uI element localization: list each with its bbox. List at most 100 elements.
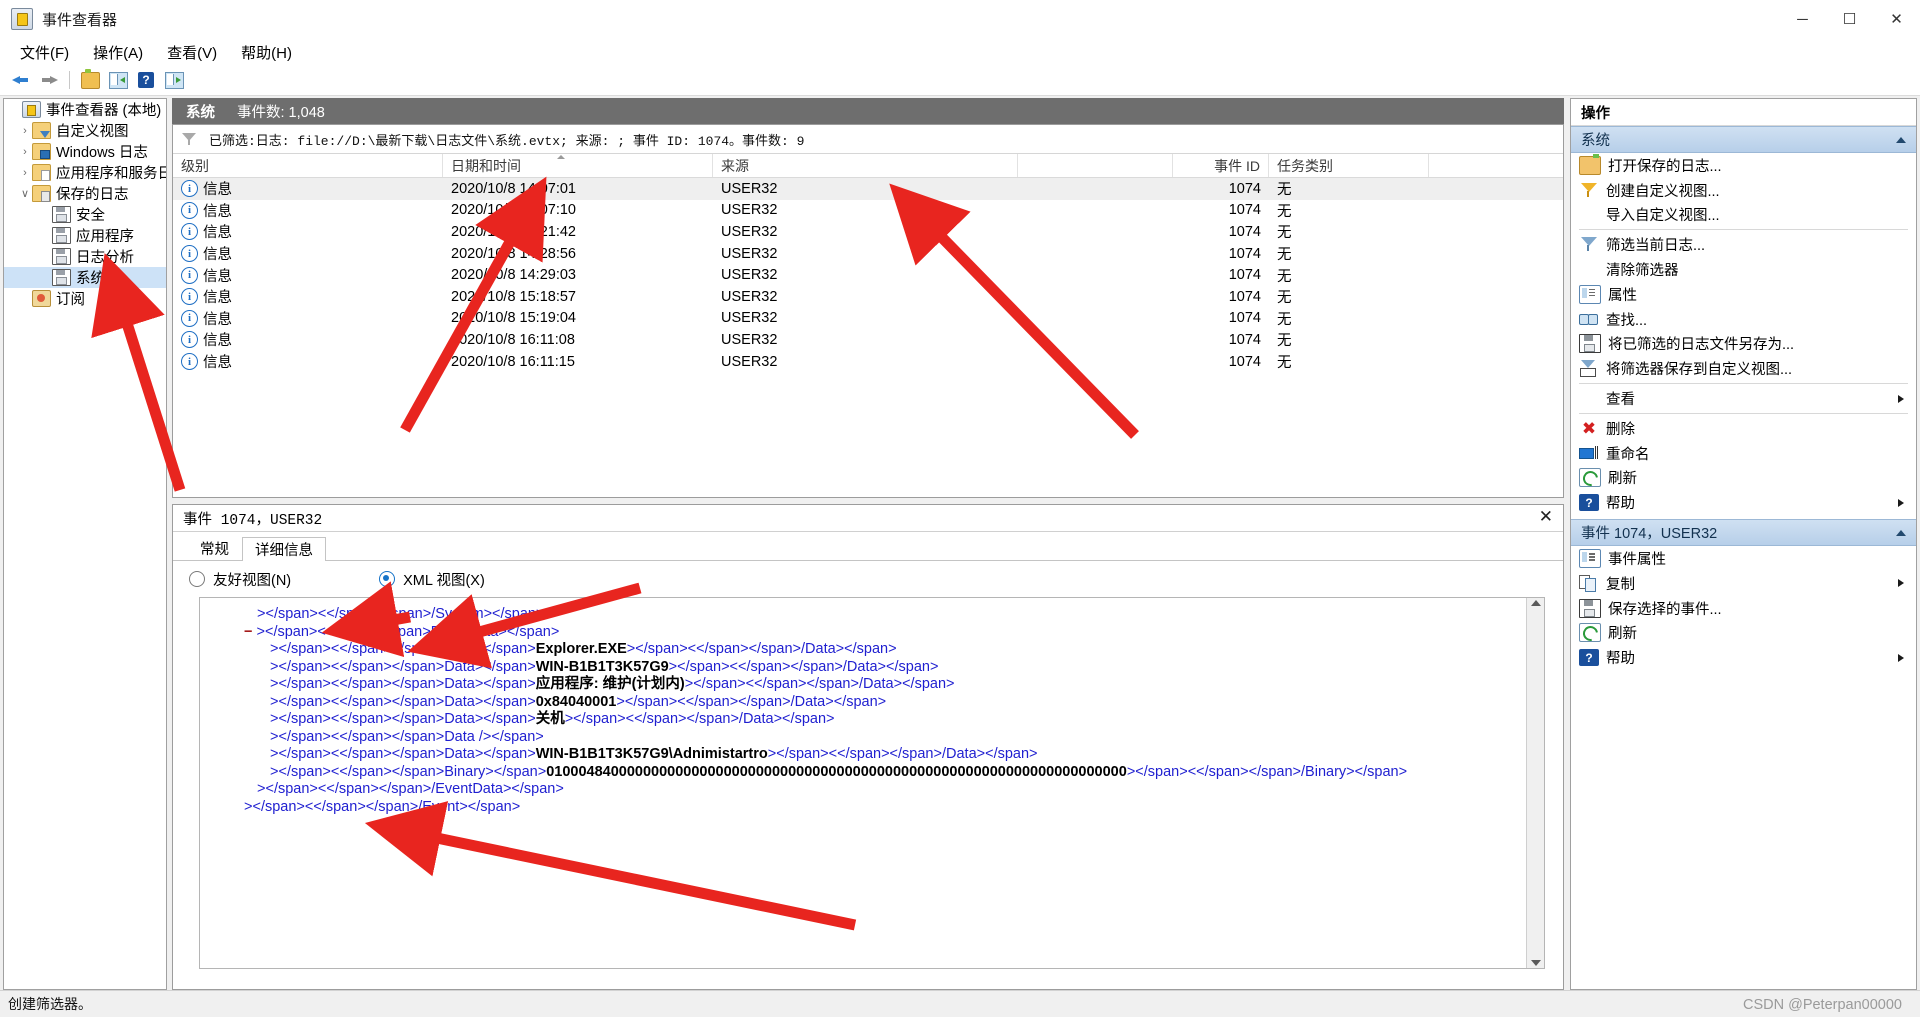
column-header-task-category[interactable]: 任务类别: [1269, 154, 1429, 177]
show-console-tree-button[interactable]: [77, 68, 103, 92]
sidebar-item-security[interactable]: 安全: [4, 204, 166, 225]
column-header-source[interactable]: 来源: [713, 154, 1018, 177]
forward-button[interactable]: [36, 68, 62, 92]
action-clear-filter[interactable]: 清除筛选器: [1571, 257, 1916, 282]
cell-task: 无: [1277, 311, 1292, 328]
action-save-filtered-log-as[interactable]: 将已筛选的日志文件另存为...: [1571, 332, 1916, 357]
menu-file[interactable]: 文件(F): [10, 39, 79, 66]
xml-scrollbar[interactable]: [1526, 598, 1544, 968]
tab-general[interactable]: 常规: [187, 536, 242, 560]
action-label: 将已筛选的日志文件另存为...: [1608, 337, 1795, 354]
help-icon: ?: [1579, 649, 1599, 667]
chevron-down-icon[interactable]: ∨: [18, 187, 32, 200]
detail-title: 事件 1074，USER32: [183, 512, 323, 529]
collapse-minus-icon[interactable]: −: [244, 624, 257, 640]
level-text: 信息: [203, 182, 232, 199]
column-header-blank[interactable]: [1018, 154, 1173, 177]
table-row[interactable]: i 信息 2020/10/8 14:07:10 USER32 1074 无: [173, 200, 1563, 222]
actions-group-header-event[interactable]: 事件 1074，USER32: [1571, 519, 1916, 547]
sidebar-item-windows-logs[interactable]: › Windows 日志: [4, 141, 166, 162]
sidebar-item-subscriptions[interactable]: 订阅: [4, 288, 166, 309]
table-row[interactable]: i 信息 2020/10/8 16:11:08 USER32 1074 无: [173, 329, 1563, 351]
table-row[interactable]: i 信息 2020/10/8 14:29:03 USER32 1074 无: [173, 264, 1563, 286]
menu-action[interactable]: 操作(A): [83, 39, 153, 66]
level-text: 信息: [203, 290, 232, 307]
maximize-button[interactable]: ☐: [1826, 0, 1873, 38]
show-preview-pane-button[interactable]: [161, 68, 187, 92]
disk-icon: [52, 206, 71, 223]
action-refresh[interactable]: 刷新: [1571, 466, 1916, 491]
event-viewer-icon: [22, 101, 41, 118]
sidebar-item-system[interactable]: 系统: [4, 267, 166, 288]
chevron-right-icon[interactable]: ›: [18, 146, 32, 158]
table-row[interactable]: i 信息 2020/10/8 14:07:01 USER32 1074 无: [173, 178, 1563, 200]
radio-xml-view[interactable]: XML 视图(X): [379, 569, 485, 590]
action-import-custom-view[interactable]: 导入自定义视图...: [1571, 203, 1916, 228]
cell-datetime: 2020/10/8 16:11:08: [451, 331, 575, 348]
scroll-down-icon[interactable]: [1530, 960, 1541, 966]
cell-source: USER32: [721, 202, 778, 219]
cell-source: USER32: [721, 331, 778, 348]
caret-up-icon[interactable]: [1896, 136, 1906, 143]
action-view[interactable]: 查看: [1571, 386, 1916, 411]
close-icon[interactable]: ✕: [1539, 508, 1553, 526]
tree-root[interactable]: 事件查看器 (本地): [4, 99, 166, 120]
cell-blank: [1018, 286, 1173, 308]
action-create-custom-view[interactable]: 创建自定义视图...: [1571, 178, 1916, 203]
save-filter-icon: [1579, 360, 1599, 378]
chevron-right-icon[interactable]: ›: [18, 125, 32, 137]
caret-up-icon[interactable]: [1896, 529, 1906, 536]
info-icon: i: [181, 309, 198, 327]
scroll-up-icon[interactable]: [1530, 600, 1541, 606]
action-save-filter-to-custom-view[interactable]: 将筛选器保存到自定义视图...: [1571, 356, 1916, 381]
table-row[interactable]: i 信息 2020/10/8 16:11:15 USER32 1074 无: [173, 351, 1563, 373]
action-save-selected-events[interactable]: 保存选择的事件...: [1571, 596, 1916, 621]
back-button[interactable]: [8, 68, 34, 92]
action-refresh-event[interactable]: 刷新: [1571, 621, 1916, 646]
action-help-event[interactable]: ? 帮助: [1571, 645, 1916, 670]
action-help[interactable]: ? 帮助: [1571, 490, 1916, 515]
arrow-right-icon: [40, 74, 58, 87]
sidebar-item-label: 应用程序和服务日志: [56, 166, 166, 182]
action-find[interactable]: 查找...: [1571, 307, 1916, 332]
cell-task: 无: [1277, 225, 1292, 242]
action-delete[interactable]: ✖ 删除: [1571, 416, 1916, 441]
minimize-button[interactable]: ─: [1779, 0, 1826, 38]
actions-group-header-system[interactable]: 系统: [1571, 126, 1916, 153]
xml-content[interactable]: ></span><</span></span>/System></span> − …: [200, 598, 1526, 968]
action-copy[interactable]: 复制: [1571, 571, 1916, 596]
table-row[interactable]: i 信息 2020/10/8 15:18:57 USER32 1074 无: [173, 286, 1563, 308]
sidebar-item-application[interactable]: 应用程序: [4, 225, 166, 246]
menu-help[interactable]: 帮助(H): [231, 39, 302, 66]
folder-saved-icon: [32, 185, 51, 202]
chevron-right-icon[interactable]: ›: [18, 167, 32, 179]
radio-friendly-view[interactable]: 友好视图(N): [189, 569, 291, 590]
sidebar-item-custom-views[interactable]: › 自定义视图: [4, 120, 166, 141]
sidebar-item-log-analysis[interactable]: 日志分析: [4, 246, 166, 267]
show-action-pane-button[interactable]: [105, 68, 131, 92]
tab-details[interactable]: 详细信息: [242, 537, 326, 561]
sidebar-item-app-service-logs[interactable]: › 应用程序和服务日志: [4, 162, 166, 183]
table-row[interactable]: i 信息 2020/10/8 15:19:04 USER32 1074 无: [173, 308, 1563, 330]
action-event-properties[interactable]: 事件属性: [1571, 546, 1916, 571]
action-rename[interactable]: 重命名: [1571, 441, 1916, 466]
column-header-level[interactable]: 级别: [173, 154, 443, 177]
cell-blank: [1018, 178, 1173, 200]
help-button[interactable]: ?: [133, 68, 159, 92]
action-properties[interactable]: 属性: [1571, 282, 1916, 307]
column-header-datetime[interactable]: 日期和时间: [443, 154, 713, 177]
action-filter-current-log[interactable]: 筛选当前日志...: [1571, 232, 1916, 257]
close-button[interactable]: ✕: [1873, 0, 1920, 38]
cell-datetime: 2020/10/8 16:11:15: [451, 353, 575, 370]
sidebar-item-saved-logs[interactable]: ∨ 保存的日志: [4, 183, 166, 204]
action-open-saved-log[interactable]: 打开保存的日志...: [1571, 153, 1916, 178]
table-row[interactable]: i 信息 2020/10/8 14:21:42 USER32 1074 无: [173, 221, 1563, 243]
group-label: 系统: [1581, 133, 1610, 149]
table-row[interactable]: i 信息 2020/10/8 14:28:56 USER32 1074 无: [173, 243, 1563, 265]
column-header-event-id[interactable]: 事件 ID: [1173, 154, 1269, 177]
info-icon: i: [181, 353, 198, 371]
filter-bar[interactable]: 已筛选:日志: file://D:\最新下载\日志文件\系统.evtx; 来源:…: [173, 125, 1563, 154]
refresh-icon: [1579, 623, 1601, 643]
cell-level: i 信息: [173, 200, 443, 222]
menu-view[interactable]: 查看(V): [157, 39, 227, 66]
